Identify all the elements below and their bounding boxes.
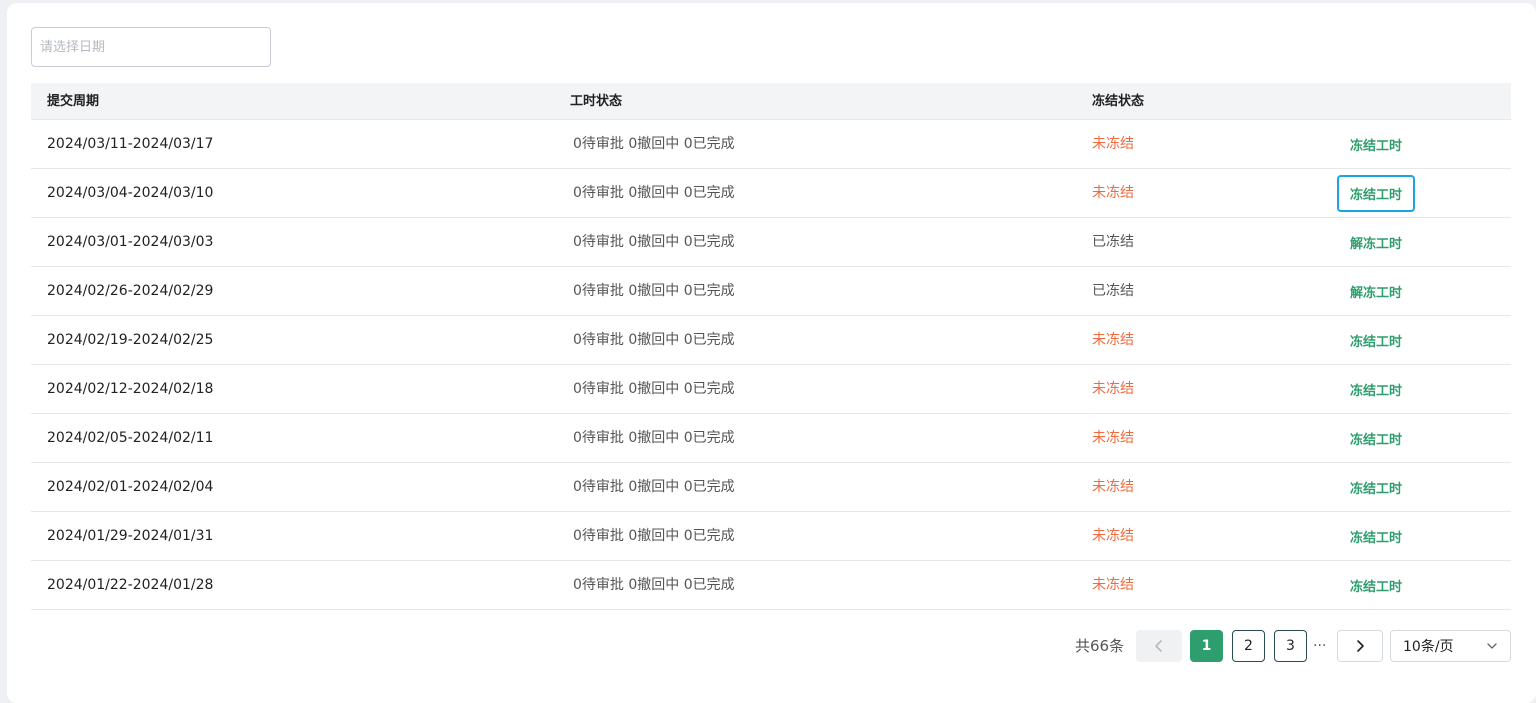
freeze-status-cell: 未冻结 <box>1092 430 1134 446</box>
main-card: 提交周期 工时状态 冻结状态 2024/03/11-2024/03/17 0待审… <box>7 3 1536 703</box>
table-header: 提交周期 工时状态 冻结状态 <box>31 83 1511 120</box>
date-picker-input[interactable] <box>31 27 271 67</box>
page-button-1[interactable]: 1 <box>1190 630 1223 662</box>
freeze-action-button[interactable]: 冻结工时 <box>1337 469 1415 506</box>
freeze-action-button[interactable]: 冻结工时 <box>1337 371 1415 408</box>
table-row: 2024/03/04-2024/03/10 0待审批 0撤回中 0已完成 未冻结… <box>31 169 1511 218</box>
page-size-value: 10条/页 <box>1403 639 1454 655</box>
hours-status-cell: 0待审批 0撤回中 0已完成 <box>573 528 735 544</box>
period-cell: 2024/02/19-2024/02/25 <box>47 332 214 348</box>
table-row: 2024/03/11-2024/03/17 0待审批 0撤回中 0已完成 未冻结… <box>31 120 1511 169</box>
freeze-status-cell: 未冻结 <box>1092 381 1134 397</box>
hours-status-cell: 0待审批 0撤回中 0已完成 <box>573 136 735 152</box>
period-cell: 2024/02/12-2024/02/18 <box>47 381 214 397</box>
table-row: 2024/03/01-2024/03/03 0待审批 0撤回中 0已完成 已冻结… <box>31 218 1511 267</box>
period-cell: 2024/01/29-2024/01/31 <box>47 528 214 544</box>
table-row: 2024/02/01-2024/02/04 0待审批 0撤回中 0已完成 未冻结… <box>31 463 1511 512</box>
freeze-status-cell: 未冻结 <box>1092 185 1134 201</box>
freeze-status-cell: 未冻结 <box>1092 136 1134 152</box>
period-cell: 2024/03/01-2024/03/03 <box>47 234 214 250</box>
period-cell: 2024/02/26-2024/02/29 <box>47 283 214 299</box>
freeze-status-cell: 已冻结 <box>1092 283 1134 299</box>
page-button-2[interactable]: 2 <box>1232 630 1265 662</box>
table-row: 2024/02/05-2024/02/11 0待审批 0撤回中 0已完成 未冻结… <box>31 414 1511 463</box>
freeze-action-button[interactable]: 冻结工时 <box>1337 175 1415 212</box>
hours-status-cell: 0待审批 0撤回中 0已完成 <box>573 381 735 397</box>
total-count: 共66条 <box>1075 637 1125 655</box>
chevron-right-icon <box>1357 640 1364 652</box>
hours-status-cell: 0待审批 0撤回中 0已完成 <box>573 234 735 250</box>
freeze-status-cell: 已冻结 <box>1092 234 1134 250</box>
table-row: 2024/02/19-2024/02/25 0待审批 0撤回中 0已完成 未冻结… <box>31 316 1511 365</box>
table-row: 2024/02/26-2024/02/29 0待审批 0撤回中 0已完成 已冻结… <box>31 267 1511 316</box>
hours-status-cell: 0待审批 0撤回中 0已完成 <box>573 479 735 495</box>
period-cell: 2024/01/22-2024/01/28 <box>47 577 214 593</box>
table-row: 2024/01/22-2024/01/28 0待审批 0撤回中 0已完成 未冻结… <box>31 561 1511 610</box>
chevron-down-icon <box>1487 643 1497 649</box>
unfreeze-action-button[interactable]: 解冻工时 <box>1337 273 1415 310</box>
period-cell: 2024/03/11-2024/03/17 <box>47 136 214 152</box>
page-button-3[interactable]: 3 <box>1274 630 1307 662</box>
freeze-status-cell: 未冻结 <box>1092 577 1134 593</box>
period-cell: 2024/02/05-2024/02/11 <box>47 430 214 446</box>
page-size-select[interactable]: 10条/页 <box>1390 630 1511 662</box>
freeze-action-button[interactable]: 冻结工时 <box>1337 126 1415 163</box>
hours-status-cell: 0待审批 0撤回中 0已完成 <box>573 283 735 299</box>
freeze-status-cell: 未冻结 <box>1092 479 1134 495</box>
header-period: 提交周期 <box>47 94 100 109</box>
freeze-status-cell: 未冻结 <box>1092 332 1134 348</box>
header-freeze-status: 冻结状态 <box>1092 94 1145 109</box>
freeze-action-button[interactable]: 冻结工时 <box>1337 322 1415 359</box>
freeze-action-button[interactable]: 冻结工时 <box>1337 567 1415 604</box>
prev-page-button[interactable] <box>1136 630 1182 662</box>
next-page-button[interactable] <box>1337 630 1383 662</box>
timesheet-freeze-table: 提交周期 工时状态 冻结状态 2024/03/11-2024/03/17 0待审… <box>31 83 1511 610</box>
table-row: 2024/02/12-2024/02/18 0待审批 0撤回中 0已完成 未冻结… <box>31 365 1511 414</box>
hours-status-cell: 0待审批 0撤回中 0已完成 <box>573 430 735 446</box>
chevron-left-icon <box>1155 640 1162 652</box>
freeze-action-button[interactable]: 冻结工时 <box>1337 420 1415 457</box>
freeze-status-cell: 未冻结 <box>1092 528 1134 544</box>
hours-status-cell: 0待审批 0撤回中 0已完成 <box>573 185 735 201</box>
unfreeze-action-button[interactable]: 解冻工时 <box>1337 224 1415 261</box>
period-cell: 2024/02/01-2024/02/04 <box>47 479 214 495</box>
page-ellipsis[interactable]: ··· <box>1313 630 1326 662</box>
hours-status-cell: 0待审批 0撤回中 0已完成 <box>573 577 735 593</box>
table-row: 2024/01/29-2024/01/31 0待审批 0撤回中 0已完成 未冻结… <box>31 512 1511 561</box>
freeze-action-button[interactable]: 冻结工时 <box>1337 518 1415 555</box>
header-hours-status: 工时状态 <box>570 94 623 109</box>
period-cell: 2024/03/04-2024/03/10 <box>47 185 214 201</box>
hours-status-cell: 0待审批 0撤回中 0已完成 <box>573 332 735 348</box>
